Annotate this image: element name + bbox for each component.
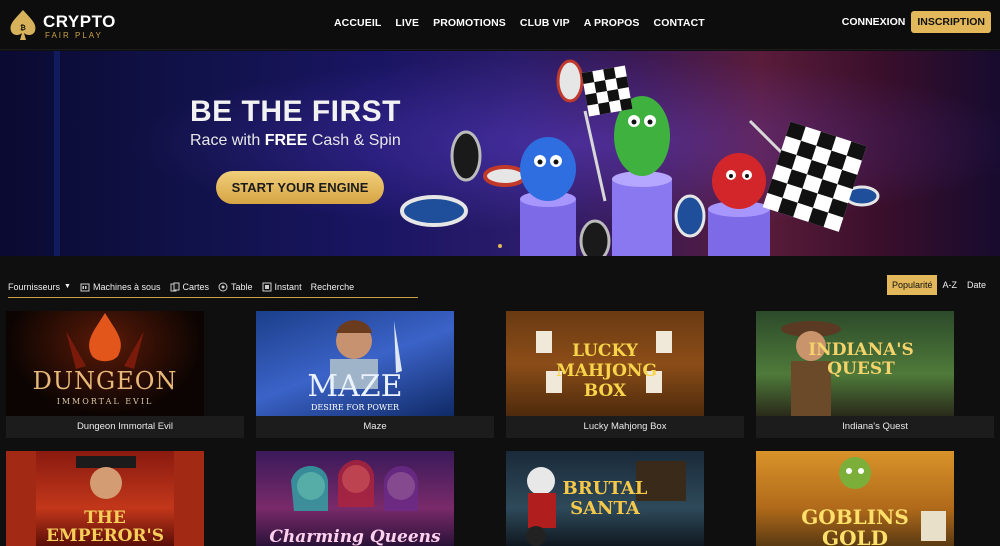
filter-table-label: Table [231, 281, 253, 292]
roulette-icon [218, 282, 228, 291]
hero-subtitle-prefix: Race with [190, 132, 265, 149]
filter-slots[interactable]: Machines à sous [80, 282, 161, 292]
brand-subtitle: FAIR PLAY [45, 31, 103, 40]
providers-dropdown[interactable]: Fournisseurs ▼ [8, 282, 71, 292]
game-card[interactable]: INDIANA'S QUEST Indiana's Quest [756, 311, 994, 438]
game-art-title: MAZE [307, 369, 403, 404]
game-card[interactable]: DUNGEON IMMORTAL EVIL Dungeon Immortal E… [6, 311, 244, 438]
nav-live[interactable]: LIVE [395, 17, 419, 29]
game-name[interactable]: Maze [256, 416, 494, 438]
start-engine-button[interactable]: START YOUR ENGINE [216, 171, 384, 204]
caret-down-icon: ▼ [64, 283, 71, 290]
game-thumbnail[interactable]: INDIANA'S QUEST [756, 311, 954, 416]
hero-artwork [400, 59, 880, 256]
filter-cards[interactable]: Cartes [170, 281, 210, 292]
nav-contact[interactable]: CONTACT [654, 17, 705, 29]
game-art-title: DUNGEON [32, 367, 178, 395]
search-label: Recherche [310, 281, 355, 292]
logo[interactable]: ₿ CRYPTO FAIR PLAY [8, 8, 148, 44]
game-filter-bar: Fournisseurs ▼ Machines à sous Cartes Ta… [8, 276, 418, 298]
game-thumbnail[interactable]: DUNGEON IMMORTAL EVIL [6, 311, 204, 416]
filter-slots-label: Machines à sous [92, 281, 161, 292]
nav-club-vip[interactable]: CLUB VIP [520, 17, 570, 29]
game-card[interactable]: GOBLINS GOLD [756, 451, 954, 546]
sort-date[interactable]: Date [962, 275, 991, 295]
game-card[interactable]: Charming Queens [256, 451, 454, 546]
hero-subtitle-suffix: Cash & Spin [307, 132, 401, 149]
game-art-title: INDIANA'S QUEST [808, 340, 914, 379]
filter-instant-label: Instant [274, 281, 302, 292]
hero-banner[interactable]: BE THE FIRST Race with FREE Cash & Spin … [0, 51, 1000, 256]
game-art-title: BRUTAL SANTA [562, 478, 648, 519]
svg-text:₿: ₿ [20, 24, 26, 32]
filter-cards-label: Cartes [182, 281, 210, 292]
game-art-title: Charming Queens [269, 527, 441, 546]
game-thumbnail[interactable]: Charming Queens [256, 451, 454, 546]
game-art-title: GOBLINS GOLD [801, 505, 909, 546]
search-field[interactable]: Recherche [311, 282, 355, 292]
instant-game-icon [262, 282, 272, 291]
game-thumbnail[interactable]: GOBLINS GOLD [756, 451, 954, 546]
game-card[interactable]: MAZE DESIRE FOR POWER Maze [256, 311, 494, 438]
spade-logo-icon: ₿ [10, 10, 36, 40]
site-header: ₿ CRYPTO FAIR PLAY ACCUEIL LIVE PROMOTIO… [0, 0, 1000, 50]
carousel-dot[interactable] [498, 244, 502, 248]
hero-subtitle-bold: FREE [264, 132, 308, 149]
game-card[interactable]: THE EMPEROR'S TOMB [6, 451, 204, 546]
providers-label: Fournisseurs [8, 281, 61, 292]
cards-icon [170, 282, 180, 291]
signup-button[interactable]: INSCRIPTION [911, 11, 991, 33]
nav-a-propos[interactable]: A PROPOS [584, 17, 640, 29]
game-thumbnail[interactable]: LUCKY MAHJONG BOX [506, 311, 704, 416]
nav-promotions[interactable]: PROMOTIONS [433, 17, 506, 29]
game-art-subtitle: IMMORTAL EVIL [56, 397, 154, 406]
slot-machine-icon [80, 283, 90, 291]
game-name[interactable]: Lucky Mahjong Box [506, 416, 744, 438]
filter-instant[interactable]: Instant [262, 282, 302, 292]
game-thumbnail[interactable]: BRUTAL SANTA [506, 451, 704, 546]
filter-table[interactable]: Table [218, 282, 253, 292]
game-thumbnail[interactable]: THE EMPEROR'S TOMB [6, 451, 204, 546]
game-card[interactable]: LUCKY MAHJONG BOX Lucky Mahjong Box [506, 311, 744, 438]
game-art-title: THE EMPEROR'S TOMB [45, 508, 165, 546]
sort-az[interactable]: A-Z [937, 275, 962, 295]
auth-area: CONNEXION INSCRIPTION [842, 11, 991, 33]
game-art-title: LUCKY MAHJONG BOX [556, 341, 657, 401]
nav-accueil[interactable]: ACCUEIL [334, 17, 381, 29]
brand-title: CRYPTO [43, 12, 116, 31]
hero-title: BE THE FIRST [190, 95, 402, 128]
sort-popularity[interactable]: Popularité [886, 275, 938, 295]
game-name[interactable]: Dungeon Immortal Evil [6, 416, 244, 438]
sort-options: Popularité A-Z Date [886, 275, 991, 295]
game-art-subtitle: DESIRE FOR POWER [310, 403, 399, 412]
game-thumbnail[interactable]: MAZE DESIRE FOR POWER [256, 311, 454, 416]
hero-subtitle: Race with FREE Cash & Spin [190, 132, 401, 150]
login-button[interactable]: CONNEXION [842, 16, 906, 28]
main-nav: ACCUEIL LIVE PROMOTIONS CLUB VIP A PROPO… [334, 17, 719, 29]
game-name[interactable]: Indiana's Quest [756, 416, 994, 438]
game-card[interactable]: BRUTAL SANTA [506, 451, 704, 546]
